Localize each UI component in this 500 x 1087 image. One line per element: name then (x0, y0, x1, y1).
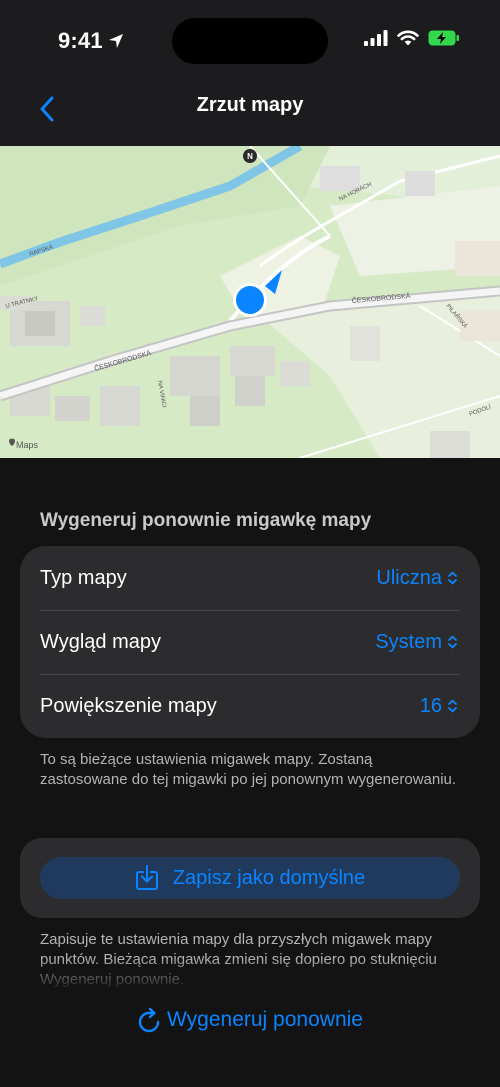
navigation-bar: Zrzut mapy (0, 80, 500, 146)
map-type-row[interactable]: Typ mapy Uliczna (20, 546, 480, 610)
map-type-label: Typ mapy (40, 566, 127, 589)
arrow-clockwise-icon (138, 1007, 160, 1033)
save-as-default-button[interactable]: Zapisz jako domyślne (40, 857, 460, 899)
map-canvas: ČESKOBRODSKÁ ČESKOBRODSKÁ U TRATNKY NA H… (0, 146, 500, 458)
map-zoom-picker[interactable]: 16 (420, 695, 458, 718)
status-time-text: 9:41 (58, 28, 103, 53)
wifi-icon (397, 30, 419, 46)
map-settings-group: Typ mapy Uliczna Wygląd mapy System Powi… (20, 546, 480, 738)
status-icons (364, 30, 460, 46)
map-type-picker[interactable]: Uliczna (376, 567, 458, 590)
status-time: 9:41 (58, 28, 125, 54)
map-appearance-row[interactable]: Wygląd mapy System (20, 610, 480, 674)
status-bar: 9:41 (0, 0, 500, 80)
map-appearance-value: System (375, 630, 442, 653)
map-appearance-label: Wygląd mapy (40, 630, 161, 653)
battery-charging-icon (428, 30, 459, 46)
chevron-up-down-icon (448, 699, 457, 713)
svg-text:N: N (247, 152, 253, 161)
regenerate-button[interactable]: Wygeneruj ponownie (0, 1006, 500, 1034)
save-defaults-group: Zapisz jako domyślne (20, 838, 480, 918)
chevron-up-down-icon (448, 571, 457, 585)
map-zoom-label: Powiększenie mapy (40, 694, 217, 717)
page-title: Zrzut mapy (196, 94, 304, 116)
section-header: Wygeneruj ponownie migawkę mapy (40, 510, 372, 531)
map-zoom-row[interactable]: Powiększenie mapy 16 (20, 674, 480, 738)
cellular-signal-icon (364, 30, 388, 46)
save-as-default-label: Zapisz jako domyślne (172, 866, 366, 889)
location-arrow-icon (108, 34, 123, 48)
svg-text:Maps: Maps (16, 440, 39, 450)
settings-content: Wygeneruj ponownie migawkę mapy Typ mapy… (0, 458, 500, 1087)
map-snapshot: ČESKOBRODSKÁ ČESKOBRODSKÁ U TRATNKY NA H… (0, 146, 500, 458)
compass-icon: N (243, 149, 257, 163)
regenerate-label: Wygeneruj ponownie (167, 1008, 363, 1031)
settings-footnote: To są bieżące ustawienia migawek mapy. Z… (40, 751, 457, 788)
chevron-up-down-icon (448, 635, 457, 649)
download-tray-icon (135, 865, 158, 890)
dynamic-island (172, 18, 328, 64)
map-zoom-value: 16 (419, 694, 442, 717)
scroll-fade (0, 958, 500, 998)
map-appearance-picker[interactable]: System (375, 631, 458, 654)
map-type-value: Uliczna (376, 566, 442, 589)
